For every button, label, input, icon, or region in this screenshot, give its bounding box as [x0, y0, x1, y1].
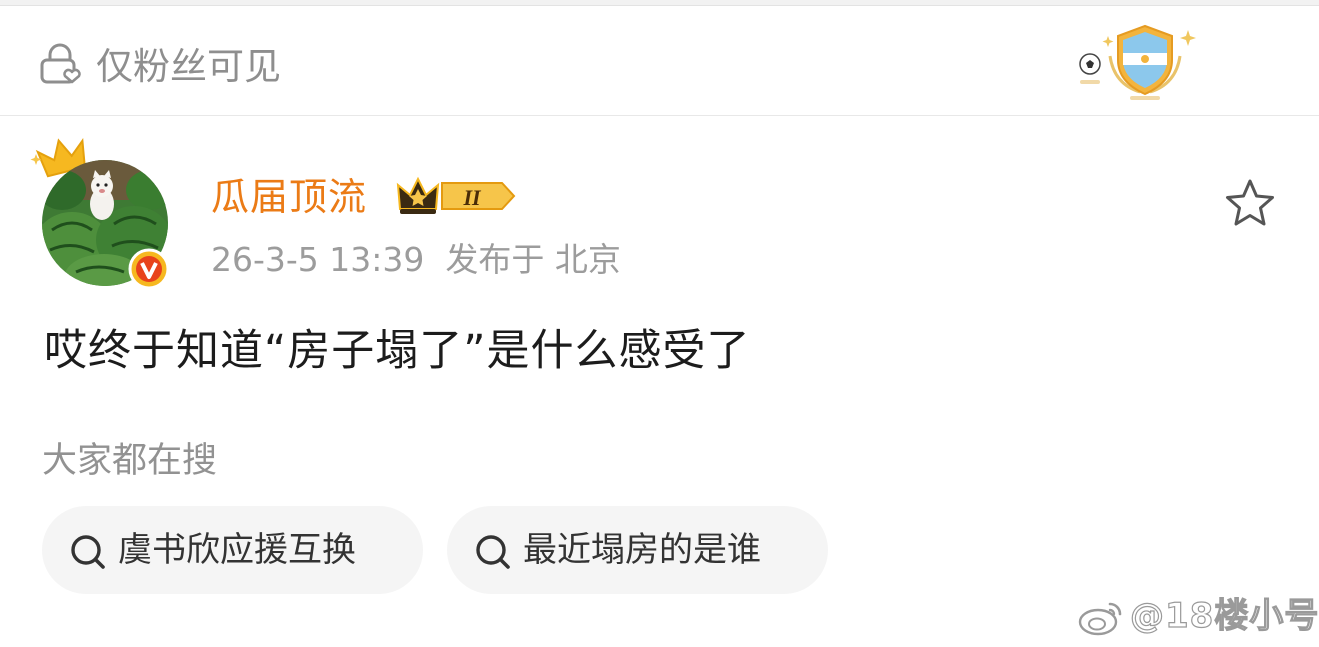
section-divider — [0, 115, 1319, 116]
search-icon — [71, 535, 105, 569]
verified-badge-icon — [128, 248, 170, 290]
lock-heart-icon — [40, 43, 81, 84]
post-location: 北京 — [554, 240, 621, 279]
weibo-logo-icon — [1078, 602, 1122, 636]
post-timestamp: 26-3-5 13:39 — [211, 240, 425, 279]
search-suggestion-label: 虞书欣应援互换 — [118, 530, 356, 570]
post-body: 哎终于知道“房子塌了”是什么感受了 — [44, 326, 751, 376]
argentina-shield-trophy-icon[interactable] — [1072, 20, 1204, 102]
search-suggestion-label: 最近塌房的是谁 — [523, 530, 761, 570]
search-icon — [476, 535, 510, 569]
favorite-star-icon[interactable] — [1222, 176, 1278, 232]
privacy-bar: 仅粉丝可见 — [0, 6, 1319, 116]
search-suggestion-chip[interactable]: 虞书欣应援互换 — [42, 506, 423, 594]
search-suggestion-chip[interactable]: 最近塌房的是谁 — [447, 506, 828, 594]
author-avatar-block[interactable] — [30, 132, 180, 292]
watermark: @18楼小号 — [1078, 592, 1319, 640]
watermark-text: @18楼小号 — [1129, 595, 1319, 636]
author-name[interactable]: 瓜届顶流 — [211, 173, 367, 221]
vip-level-text: II — [462, 185, 482, 210]
privacy-label: 仅粉丝可见 — [96, 45, 281, 88]
post-meta: 26-3-5 13:39 发布于 北京 — [211, 238, 621, 282]
trending-search-heading: 大家都在搜 — [42, 441, 218, 481]
vip-crown-badge-icon: II — [396, 176, 516, 214]
soccer-ball-icon — [1079, 53, 1101, 84]
location-prefix: 发布于 — [445, 240, 545, 279]
